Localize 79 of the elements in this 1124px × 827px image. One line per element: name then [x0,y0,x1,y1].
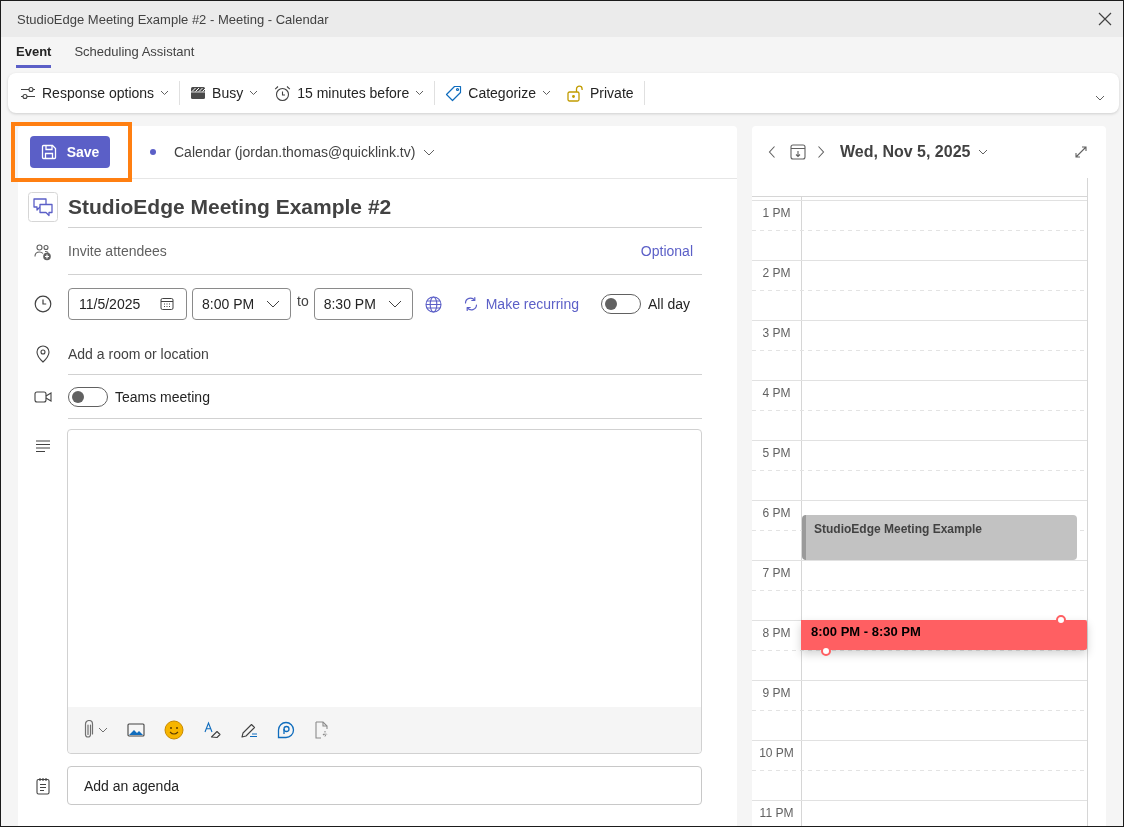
expand-icon[interactable] [1075,146,1087,158]
chevron-down-icon [542,90,551,96]
tag-icon [445,84,463,102]
agenda-field[interactable]: Add an agenda [67,766,702,805]
toggle-switch[interactable] [68,386,108,407]
chevron-down-icon [160,90,170,96]
sliders-icon [20,85,36,101]
toolbar-dropdown[interactable]: 15 minutes before [270,78,429,108]
pen-icon[interactable] [240,721,258,739]
person-add-icon [34,242,52,261]
tab[interactable]: Event [16,37,52,68]
toggle-switch[interactable] [600,294,641,314]
toolbar-dropdown[interactable]: Busy [186,78,263,108]
resize-handle[interactable] [821,646,831,656]
hour-label: 2 PM [761,265,792,281]
title-field[interactable]: StudioEdge Meeting Example #2 [68,194,392,219]
document-icon[interactable] [314,721,330,739]
hour-label: 5 PM [761,445,792,461]
resize-handle[interactable] [1056,615,1066,625]
make-recurring-link[interactable]: Make recurring [462,296,580,312]
toolbar-button[interactable]: Private [563,78,638,108]
chevron-down-icon [978,149,989,155]
date-dropdown[interactable]: Wed, Nov 5, 2025 [840,143,989,161]
hour-label: 9 PM [761,685,792,701]
location-pin-icon [36,345,50,363]
repeat-icon [462,296,479,312]
format-eraser-icon[interactable] [203,721,221,739]
save-icon [40,144,57,160]
chevron-down-icon [415,90,425,96]
hour-label: 10 PM [758,745,795,761]
chevron-down-icon [423,148,436,156]
toggle-label: Teams meeting [115,388,210,405]
alarm-clock-icon [274,84,292,102]
optional-link[interactable]: Optional [640,243,693,259]
calendar-icon [160,297,174,311]
notepad-icon [36,776,50,795]
globe-icon[interactable] [424,295,442,313]
message-body-field[interactable] [67,429,702,754]
dot-icon [150,149,156,155]
calendar-today-icon[interactable] [790,144,806,160]
location-field[interactable]: Add a room or location [68,345,702,362]
to-label: to [297,293,309,309]
close-icon[interactable] [1098,12,1112,26]
hour-label: 3 PM [761,325,792,341]
window-title: StudioEdge Meeting Example #2 - Meeting - Calendar [17,11,329,27]
chevron-down-icon [387,300,402,308]
chevron-right-icon[interactable] [817,145,825,159]
hour-label: 6 PM [761,505,792,521]
image-icon[interactable] [127,722,145,738]
toolbar-dropdown[interactable]: Categorize [441,78,555,108]
start-time-dropdown[interactable]: 8:00 PM [192,288,291,320]
toggle-label: All day [647,296,690,312]
paperclip-icon[interactable] [82,720,94,740]
hour-label: 7 PM [761,565,792,581]
calendar-dropdown[interactable]: Calendar (jordan.thomas@quicklink.tv) [174,144,436,160]
hour-label: 11 PM [758,805,795,821]
chevron-down-icon[interactable] [98,727,108,733]
calendar-event[interactable]: StudioEdge Meeting Example [802,515,1077,560]
striped-block-icon [190,86,207,100]
attendees-field[interactable]: Invite attendees [68,243,641,259]
chevron-down-icon[interactable] [1095,95,1105,101]
padlock-icon [567,84,584,102]
toolbar-dropdown[interactable]: Response options [16,78,174,108]
save-button[interactable]: Save [30,136,110,168]
hour-label: 4 PM [761,385,792,401]
end-time-dropdown[interactable]: 8:30 PM [313,288,413,320]
video-camera-icon [34,390,52,404]
text-lines-icon [35,440,51,452]
chevron-down-icon [249,90,259,96]
hour-label: 1 PM [761,205,792,221]
date-field[interactable]: 11/5/2025 [68,288,187,320]
tab[interactable]: Scheduling Assistant [74,37,195,68]
clock-icon [34,295,52,313]
chat-bubbles-icon [28,192,58,222]
chevron-left-icon[interactable] [768,145,776,159]
chevron-down-icon [266,300,280,308]
hour-label: 8 PM [761,625,792,641]
chat-bubble-icon[interactable] [277,721,295,739]
smiley-icon[interactable] [164,720,184,740]
